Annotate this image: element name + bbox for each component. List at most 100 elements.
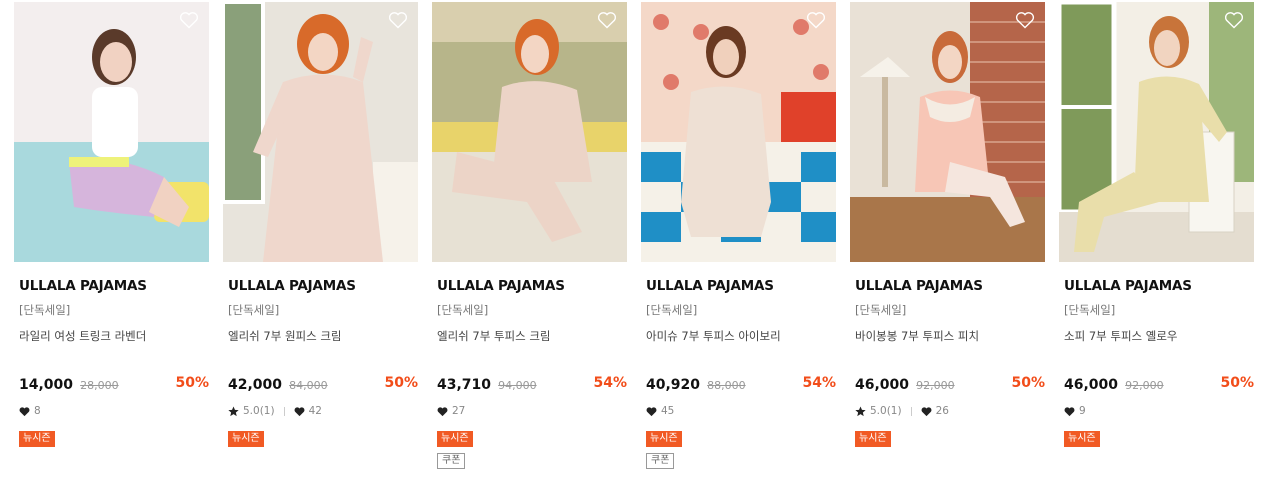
product-photo: [1059, 2, 1254, 262]
badge-list: 뉴시즌: [14, 426, 209, 447]
like-heart-icon: [19, 406, 30, 416]
like-heart-icon: [1064, 406, 1075, 416]
brand-name[interactable]: ULLALA PAJAMAS: [1059, 278, 1254, 294]
product-photo: [850, 2, 1045, 262]
star-icon: [228, 405, 239, 416]
sale-price: 40,920: [646, 377, 701, 393]
badge-list: 뉴시즌: [850, 426, 1045, 447]
original-price: 92,000: [916, 379, 955, 392]
product-name[interactable]: 바이봉봉 7부 투피스 피치: [850, 328, 1045, 344]
rating-score: 5.0(1): [243, 405, 275, 417]
review-meta: 8: [14, 404, 209, 418]
wishlist-heart-icon[interactable]: [1015, 11, 1035, 29]
original-price: 28,000: [80, 379, 119, 392]
meta-divider: [910, 406, 912, 416]
wishlist-heart-icon[interactable]: [806, 11, 826, 29]
price-row: 43,710 94,000 54%: [432, 374, 627, 394]
price-row: 14,000 28,000 50%: [14, 374, 209, 394]
price-row: 42,000 84,000 50%: [223, 374, 418, 394]
product-image[interactable]: [14, 2, 209, 262]
review-meta: 45: [641, 404, 836, 418]
sale-tag: [단독세일]: [228, 303, 280, 317]
original-price: 92,000: [1125, 379, 1164, 392]
price-row: 46,000 92,000 50%: [850, 374, 1045, 394]
coupon-badge: 쿠폰: [646, 453, 675, 469]
product-image[interactable]: [850, 2, 1045, 262]
like-heart-icon: [921, 406, 932, 416]
sale-tag: [단독세일]: [646, 303, 698, 317]
like-count: 9: [1079, 405, 1086, 417]
like-count: 45: [661, 405, 675, 417]
new-season-badge: 뉴시즌: [437, 431, 473, 447]
product-photo: [14, 2, 209, 262]
product-card[interactable]: ULLALA PAJAMAS [단독세일] 엘리쉬 7부 원피스 크림 42,0…: [223, 2, 418, 447]
like-count: 26: [935, 405, 949, 417]
like-count: 42: [308, 405, 322, 417]
discount-rate: 50%: [1011, 375, 1045, 391]
brand-name[interactable]: ULLALA PAJAMAS: [641, 278, 836, 294]
brand-name[interactable]: ULLALA PAJAMAS: [850, 278, 1045, 294]
wishlist-heart-icon[interactable]: [1224, 11, 1244, 29]
sale-price: 14,000: [19, 377, 74, 393]
wishlist-heart-icon[interactable]: [388, 11, 408, 29]
discount-rate: 50%: [1220, 375, 1254, 391]
original-price: 94,000: [498, 379, 537, 392]
product-photo: [432, 2, 627, 262]
product-name[interactable]: 소피 7부 투피스 옐로우: [1059, 328, 1254, 344]
like-heart-icon: [294, 406, 305, 416]
star-icon: [855, 405, 866, 416]
product-name[interactable]: 엘리쉬 7부 원피스 크림: [223, 328, 418, 344]
new-season-badge: 뉴시즌: [646, 431, 682, 447]
meta-divider: [283, 406, 285, 416]
product-image[interactable]: [1059, 2, 1254, 262]
original-price: 84,000: [289, 379, 328, 392]
product-card[interactable]: ULLALA PAJAMAS [단독세일] 바이봉봉 7부 투피스 피치 46,…: [850, 2, 1045, 447]
badge-list: 뉴시즌: [223, 426, 418, 447]
wishlist-heart-icon[interactable]: [597, 11, 617, 29]
product-name[interactable]: 엘리쉬 7부 투피스 크림: [432, 328, 627, 344]
product-name[interactable]: 라일리 여성 트링크 라벤더: [14, 328, 209, 344]
brand-name[interactable]: ULLALA PAJAMAS: [14, 278, 209, 294]
discount-rate: 54%: [802, 375, 836, 391]
discount-rate: 50%: [175, 375, 209, 391]
product-card[interactable]: ULLALA PAJAMAS [단독세일] 라일리 여성 트링크 라벤더 14,…: [14, 2, 209, 447]
product-card[interactable]: ULLALA PAJAMAS [단독세일] 아미슈 7부 투피스 아이보리 40…: [641, 2, 836, 469]
like-count: 8: [34, 405, 41, 417]
review-meta: 9: [1059, 404, 1254, 418]
sale-tag: [단독세일]: [437, 303, 489, 317]
product-image[interactable]: [432, 2, 627, 262]
original-price: 88,000: [707, 379, 746, 392]
product-card[interactable]: ULLALA PAJAMAS [단독세일] 엘리쉬 7부 투피스 크림 43,7…: [432, 2, 627, 469]
new-season-badge: 뉴시즌: [19, 431, 55, 447]
like-heart-icon: [437, 406, 448, 416]
product-grid: ULLALA PAJAMAS [단독세일] 라일리 여성 트링크 라벤더 14,…: [0, 0, 1266, 489]
sale-price: 43,710: [437, 377, 492, 393]
product-card[interactable]: ULLALA PAJAMAS [단독세일] 소피 7부 투피스 옐로우 46,0…: [1059, 2, 1254, 447]
product-name[interactable]: 아미슈 7부 투피스 아이보리: [641, 328, 836, 344]
price-row: 40,920 88,000 54%: [641, 374, 836, 394]
like-heart-icon: [646, 406, 657, 416]
sale-price: 42,000: [228, 377, 283, 393]
product-image[interactable]: [641, 2, 836, 262]
discount-rate: 50%: [384, 375, 418, 391]
badge-list: 뉴시즌: [1059, 426, 1254, 447]
wishlist-heart-icon[interactable]: [179, 11, 199, 29]
rating-score: 5.0(1): [870, 405, 902, 417]
product-photo: [223, 2, 418, 262]
discount-rate: 54%: [593, 375, 627, 391]
product-photo: [641, 2, 836, 262]
sale-tag: [단독세일]: [1064, 303, 1116, 317]
badge-list: 뉴시즌 쿠폰: [432, 426, 627, 469]
like-count: 27: [452, 405, 466, 417]
new-season-badge: 뉴시즌: [1064, 431, 1100, 447]
sale-price: 46,000: [1064, 377, 1119, 393]
brand-name[interactable]: ULLALA PAJAMAS: [432, 278, 627, 294]
sale-price: 46,000: [855, 377, 910, 393]
coupon-badge: 쿠폰: [437, 453, 466, 469]
review-meta: 5.0(1) 42: [223, 404, 418, 418]
product-image[interactable]: [223, 2, 418, 262]
new-season-badge: 뉴시즌: [228, 431, 264, 447]
brand-name[interactable]: ULLALA PAJAMAS: [223, 278, 418, 294]
review-meta: 5.0(1) 26: [850, 404, 1045, 418]
price-row: 46,000 92,000 50%: [1059, 374, 1254, 394]
